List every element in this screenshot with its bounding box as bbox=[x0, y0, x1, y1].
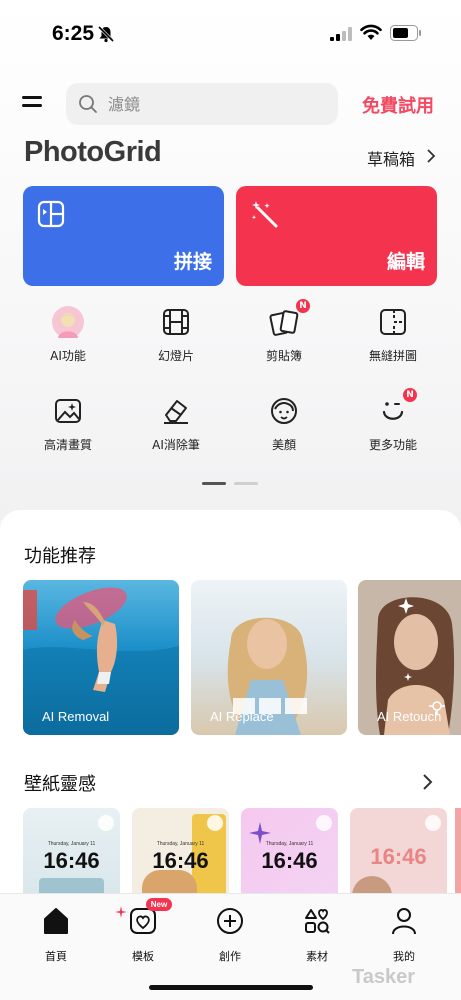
tool-beauty[interactable]: 美顏 bbox=[234, 395, 334, 465]
edit-card[interactable]: 編輯 bbox=[236, 186, 437, 286]
nav-create[interactable]: 創作 bbox=[200, 906, 260, 966]
search-bar[interactable] bbox=[66, 83, 338, 125]
pager-dot-active bbox=[202, 482, 226, 485]
plus-circle-icon bbox=[217, 908, 243, 934]
home-icon bbox=[44, 908, 68, 934]
tool-label: AI消除筆 bbox=[152, 438, 200, 452]
new-badge: New bbox=[146, 898, 172, 911]
tool-label: 無縫拼圖 bbox=[368, 349, 417, 363]
tool-more-features[interactable]: N 更多功能 bbox=[343, 388, 443, 465]
scrapbook-icon bbox=[269, 310, 299, 336]
drafts-link[interactable]: 草稿箱 bbox=[367, 146, 415, 170]
film-icon bbox=[163, 309, 189, 335]
nav-profile[interactable]: 我的 bbox=[374, 906, 434, 966]
collage-icon bbox=[37, 200, 65, 228]
search-input[interactable] bbox=[108, 83, 328, 125]
tool-label: 幻燈片 bbox=[157, 349, 194, 363]
menu-button[interactable] bbox=[22, 96, 44, 114]
person-icon bbox=[392, 908, 416, 935]
sparkle-icon bbox=[115, 906, 127, 918]
chevron-right-icon[interactable] bbox=[421, 774, 433, 790]
tool-label: 高清畫質 bbox=[43, 438, 92, 452]
wifi-icon bbox=[360, 24, 382, 40]
wallpaper-time: 16:46 bbox=[43, 848, 100, 873]
nav-home[interactable]: 首頁 bbox=[26, 906, 86, 966]
features-title: 功能推荐 bbox=[24, 546, 96, 567]
home-indicator[interactable] bbox=[149, 985, 313, 990]
wallpapers-title: 壁紙靈感 bbox=[24, 774, 96, 795]
nav-label: 首頁 bbox=[45, 950, 67, 963]
app-logo: PhotoGrid bbox=[24, 136, 162, 168]
crown-icon bbox=[425, 815, 441, 831]
tool-ai-features[interactable]: AI功能 bbox=[18, 306, 118, 376]
cellular-signal-icon bbox=[330, 27, 352, 41]
battery-icon bbox=[390, 25, 421, 41]
status-bar: 6:25 bbox=[0, 0, 461, 66]
shapes-icon bbox=[305, 909, 330, 934]
ai-avatar-icon bbox=[52, 306, 84, 338]
hamburger-line bbox=[22, 104, 42, 107]
nav-materials[interactable]: 素材 bbox=[287, 906, 347, 966]
nav-label: 素材 bbox=[306, 950, 328, 963]
wallpaper-date: Thursday, January 11 bbox=[47, 841, 96, 847]
enhance-image-icon bbox=[55, 399, 81, 423]
wallpaper-time: 16:46 bbox=[152, 848, 209, 873]
chevron-right-icon[interactable] bbox=[426, 149, 436, 163]
feature-label: AI Replace bbox=[210, 709, 274, 724]
nav-label: 我的 bbox=[393, 950, 415, 963]
new-badge: N bbox=[403, 388, 417, 402]
wallpaper-time: 16:46 bbox=[261, 848, 318, 873]
edit-label: 編輯 bbox=[386, 251, 425, 273]
feature-label: AI Retouch bbox=[377, 709, 442, 724]
face-icon bbox=[271, 398, 297, 424]
collage-label: 拼接 bbox=[173, 251, 212, 273]
tool-label: 美顏 bbox=[271, 438, 296, 452]
magic-wand-icon bbox=[251, 201, 278, 228]
tool-ai-eraser[interactable]: AI消除筆 bbox=[126, 395, 226, 465]
bell-muted-icon bbox=[97, 25, 115, 43]
wallpaper-date: Thursday, January 11 bbox=[265, 841, 314, 847]
nav-label: 模板 bbox=[132, 950, 154, 963]
tool-hd-quality[interactable]: 高清畫質 bbox=[18, 395, 118, 465]
tool-label: AI功能 bbox=[50, 349, 86, 363]
wallpaper-date: Thursday, January 11 bbox=[156, 841, 205, 847]
tool-seamless-collage[interactable]: 無縫拼圖 bbox=[343, 306, 443, 376]
nav-label: 創作 bbox=[219, 950, 241, 963]
tool-slideshow[interactable]: 幻燈片 bbox=[126, 306, 226, 376]
seamless-grid-icon bbox=[380, 309, 406, 335]
tool-label: 剪貼簿 bbox=[265, 349, 302, 363]
hamburger-line bbox=[22, 96, 42, 99]
wallpaper-time: 16:46 bbox=[370, 844, 427, 869]
tool-label: 更多功能 bbox=[368, 438, 417, 452]
search-icon bbox=[79, 95, 97, 113]
tool-scrapbook[interactable]: N 剪貼簿 bbox=[234, 299, 334, 376]
pager-dot bbox=[234, 482, 258, 485]
free-trial-button[interactable]: 免費試用 bbox=[362, 92, 434, 118]
new-badge: N bbox=[296, 299, 310, 313]
feature-label: AI Removal bbox=[42, 709, 110, 724]
feature-card-ai-replace[interactable]: AI Replace bbox=[191, 580, 347, 735]
watermark: Tasker bbox=[352, 966, 416, 988]
eraser-icon bbox=[164, 400, 188, 424]
feature-card-ai-removal[interactable]: AI Removal bbox=[23, 580, 179, 735]
status-time: 6:25 bbox=[52, 22, 95, 45]
crown-icon bbox=[207, 815, 223, 831]
collage-card[interactable]: 拼接 bbox=[23, 186, 224, 286]
crown-icon bbox=[316, 815, 332, 831]
crown-icon bbox=[98, 815, 114, 831]
feature-card-ai-retouch[interactable]: AI Retouch bbox=[358, 580, 461, 735]
